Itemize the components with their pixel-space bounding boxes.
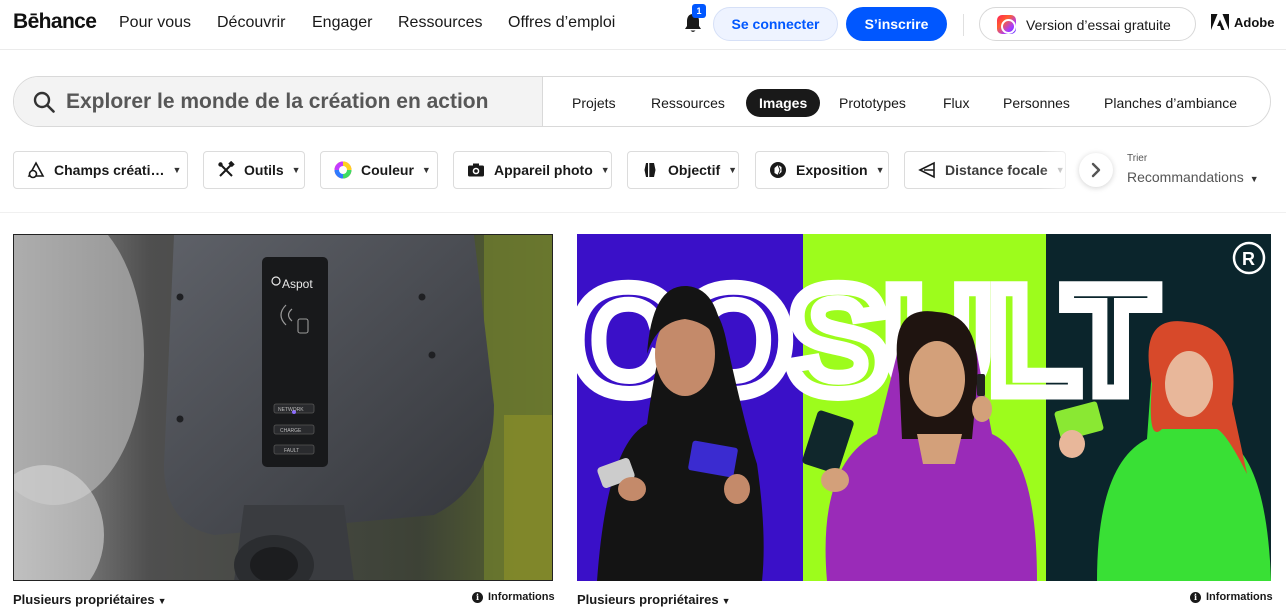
filter-camera[interactable]: Appareil photo ▼: [453, 151, 612, 189]
nav-link-for-you[interactable]: Pour vous: [119, 14, 191, 32]
info-button[interactable]: i Informations: [1190, 591, 1273, 603]
filter-lens[interactable]: Objectif ▼: [627, 151, 739, 189]
filter-label: Outils: [244, 162, 284, 178]
chevron-down-icon: ▼: [1055, 165, 1065, 175]
creative-fields-icon: [27, 161, 45, 179]
sort-value: Recommandations: [1127, 169, 1244, 185]
svg-text:CHARGE: CHARGE: [280, 428, 302, 434]
filter-label: Couleur: [361, 162, 414, 178]
svg-text:FAULT: FAULT: [284, 448, 299, 454]
notification-badge: 1: [692, 4, 706, 18]
section-divider: [0, 212, 1286, 213]
project-thumbnail-cosult[interactable]: COSULT R: [577, 234, 1271, 581]
camera-icon: [468, 163, 484, 177]
caret-down-icon: ▼: [157, 596, 167, 606]
aperture-icon: [770, 162, 786, 178]
tab-projects[interactable]: Projets: [559, 89, 629, 117]
filter-label: Appareil photo: [494, 162, 593, 178]
login-button[interactable]: Se connecter: [713, 7, 838, 41]
chevron-down-icon: ▼: [600, 165, 610, 175]
chevron-down-icon: ▼: [728, 165, 738, 175]
filter-label: Distance focale: [945, 162, 1048, 178]
info-label: Informations: [1206, 591, 1273, 603]
chevron-down-icon: ▼: [291, 165, 301, 175]
chevron-down-icon: ▼: [1249, 174, 1259, 184]
filter-exposure[interactable]: Exposition ▼: [755, 151, 889, 189]
filter-focal-length[interactable]: Distance focale ▼: [904, 151, 1066, 189]
tab-images[interactable]: Images: [746, 89, 821, 117]
chevron-down-icon: ▼: [421, 165, 431, 175]
filter-label: Champs créati…: [54, 162, 165, 178]
project-thumbnail-ev-charger[interactable]: Aspot NETWORK CHARGE FAULT: [13, 234, 553, 581]
adobe-label: Adobe: [1234, 14, 1275, 30]
svg-text:NETWORK: NETWORK: [278, 407, 304, 413]
caret-down-icon: ▼: [721, 596, 731, 606]
nav-divider: [963, 14, 964, 36]
adobe-link[interactable]: Adobe: [1211, 14, 1274, 30]
color-wheel-icon: [334, 161, 352, 179]
info-icon: i: [472, 591, 483, 603]
cosult-campaign-image: COSULT R: [577, 234, 1271, 581]
tab-flux[interactable]: Flux: [930, 89, 982, 117]
ev-charger-photo: Aspot NETWORK CHARGE FAULT: [14, 235, 552, 580]
search-icon: [33, 91, 55, 113]
tab-prototypes[interactable]: Prototypes: [826, 89, 919, 117]
focal-length-icon: [918, 161, 935, 179]
sort-label: Trier: [1127, 153, 1148, 164]
tab-people[interactable]: Personnes: [990, 89, 1083, 117]
info-label: Informations: [488, 591, 555, 603]
filter-label: Objectif: [668, 162, 721, 178]
top-nav: Bēhance Pour vous Découvrir Engager Ress…: [0, 0, 1286, 50]
lens-icon: [644, 163, 656, 177]
owner-dropdown[interactable]: Plusieurs propriétaires ▼: [13, 592, 167, 607]
chevron-down-icon: ▼: [875, 165, 885, 175]
adobe-logo-icon: [1211, 14, 1229, 30]
sort-dropdown[interactable]: Recommandations ▼: [1127, 169, 1259, 185]
creative-cloud-icon: [997, 15, 1016, 34]
filter-label: Exposition: [796, 162, 868, 178]
info-icon: i: [1190, 591, 1201, 603]
svg-text:R: R: [1242, 249, 1255, 269]
owner-label: Plusieurs propriétaires: [577, 592, 719, 607]
owner-label: Plusieurs propriétaires: [13, 592, 155, 607]
filter-tools[interactable]: Outils ▼: [203, 151, 305, 189]
behance-logo[interactable]: Bēhance: [13, 10, 97, 34]
signup-button[interactable]: S’inscrire: [846, 7, 947, 41]
device-brand-text: Aspot: [282, 277, 313, 291]
filter-color[interactable]: Couleur ▼: [320, 151, 438, 189]
tools-icon: [218, 161, 235, 177]
nav-link-discover[interactable]: Découvrir: [217, 14, 285, 32]
tab-moodboards[interactable]: Planches d’ambiance: [1091, 89, 1250, 117]
nav-link-resources[interactable]: Ressources: [398, 14, 482, 32]
owner-dropdown[interactable]: Plusieurs propriétaires ▼: [577, 592, 731, 607]
chevron-right-icon: [1091, 162, 1101, 178]
nav-link-hire[interactable]: Engager: [312, 14, 373, 32]
free-trial-button[interactable]: Version d’essai gratuite: [979, 7, 1196, 41]
search-input[interactable]: [66, 87, 526, 117]
filter-creative-fields[interactable]: Champs créati… ▼: [13, 151, 188, 189]
tab-resources[interactable]: Ressources: [638, 89, 738, 117]
filters-scroll-right-button[interactable]: [1079, 153, 1113, 187]
search-box[interactable]: [14, 77, 543, 126]
free-trial-label: Version d’essai gratuite: [1026, 17, 1171, 33]
nav-link-jobs[interactable]: Offres d’emploi: [508, 14, 615, 32]
search-bar: Projets Ressources Images Prototypes Flu…: [13, 76, 1271, 127]
chevron-down-icon: ▼: [172, 165, 182, 175]
info-button[interactable]: i Informations: [472, 591, 555, 603]
